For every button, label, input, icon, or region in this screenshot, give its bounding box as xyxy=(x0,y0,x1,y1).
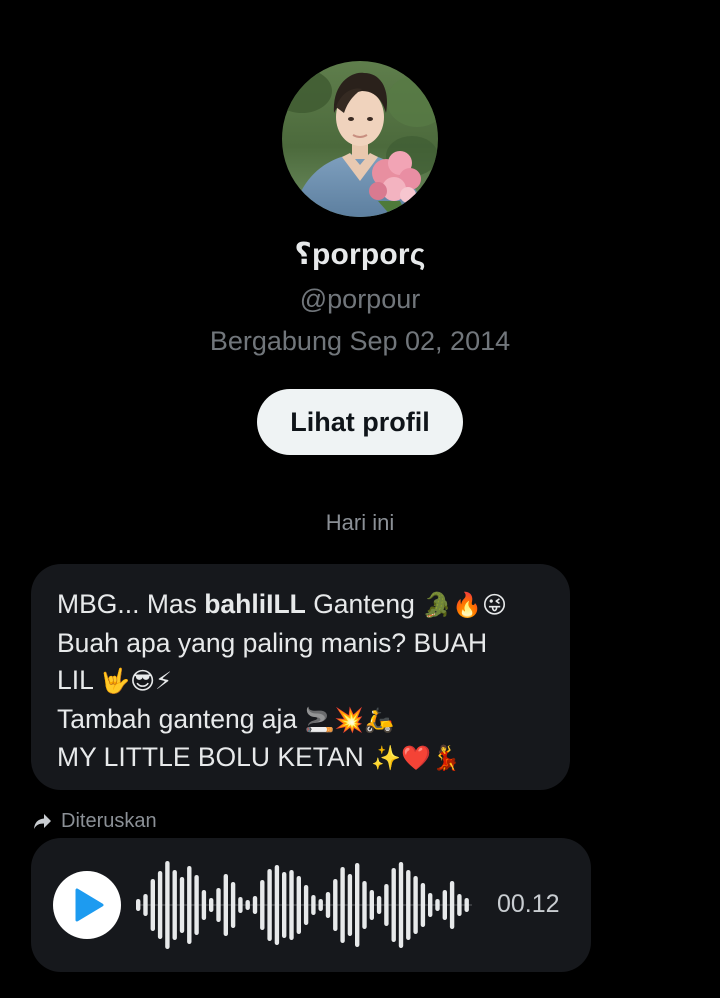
message-line: MY LITTLE BOLU KETAN ✨❤️💃 xyxy=(57,742,461,772)
waveform-bar xyxy=(216,888,221,922)
waveform-bar xyxy=(406,870,411,940)
waveform-bar xyxy=(267,869,272,941)
waveform-bar xyxy=(187,866,192,944)
waveform-bar xyxy=(136,899,141,911)
waveform-bar xyxy=(194,875,199,935)
message-line: Buah apa yang paling manis? BUAH xyxy=(57,627,488,658)
voice-message[interactable]: 00.12 xyxy=(31,838,591,972)
waveform-bar xyxy=(464,898,469,912)
waveform-bar xyxy=(150,879,155,931)
waveform-bar xyxy=(340,867,345,943)
waveform-bar xyxy=(172,870,177,940)
waveform-bar xyxy=(325,892,331,918)
waveform-bar xyxy=(420,883,426,927)
waveform-bar xyxy=(311,895,316,915)
waveform-bar xyxy=(209,898,214,912)
date-separator: Hari ini xyxy=(325,510,395,535)
emoji-group: ✨❤️💃 xyxy=(371,744,461,772)
waveform-bar xyxy=(165,861,170,949)
waveform-bar xyxy=(179,877,185,933)
waveform-bar xyxy=(384,884,389,926)
waveform-bar xyxy=(296,876,301,934)
emoji-group: 🚬💥🛵 xyxy=(304,705,395,734)
play-icon xyxy=(75,888,104,922)
forwarded-indicator: Diteruskan xyxy=(33,808,157,834)
waveform-bar xyxy=(289,870,294,940)
message-bubble[interactable]: MBG... Mas bahliILL Ganteng 🐊🔥😜 Buah apa… xyxy=(31,564,570,790)
waveform-bar xyxy=(398,862,404,948)
waveform-bar xyxy=(449,881,455,929)
waveform-bar xyxy=(143,894,148,916)
audio-duration: 00.12 xyxy=(497,890,560,918)
waveform-bar xyxy=(376,896,382,914)
waveform-bar xyxy=(457,894,462,916)
waveform-bar xyxy=(157,871,163,939)
emoji-group: 🐊🔥😜 xyxy=(422,591,508,619)
waveform-bar xyxy=(223,874,228,936)
waveform-bar xyxy=(238,897,243,913)
waveform-bar xyxy=(362,881,367,929)
message-line: LIL 🤟😎⚡ xyxy=(57,665,172,695)
view-profile-button[interactable]: Lihat profil xyxy=(257,389,463,455)
avatar[interactable] xyxy=(282,61,438,217)
message-line: MBG... Mas bahliILL Ganteng 🐊🔥😜 xyxy=(57,589,508,619)
waveform-bar xyxy=(274,865,280,945)
waveform-bar xyxy=(260,880,265,930)
waveform-bar xyxy=(391,868,396,942)
waveform-bar xyxy=(303,885,309,925)
waveform-bar xyxy=(355,863,360,947)
waveform-bar xyxy=(435,899,440,911)
waveform-bar xyxy=(442,890,447,920)
display-name: ⸮porporς xyxy=(294,238,426,271)
waveform-bar xyxy=(347,874,353,936)
join-date: Bergabung Sep 02, 2014 xyxy=(209,326,511,356)
waveform-bar xyxy=(413,876,418,934)
forward-arrow-icon xyxy=(34,813,51,829)
waveform-bar xyxy=(230,882,236,928)
waveform-bar xyxy=(282,872,287,938)
user-handle: @porpour xyxy=(299,284,421,314)
play-button[interactable] xyxy=(53,871,121,939)
message-bold-name: bahliILL xyxy=(204,589,306,619)
waveform-bar xyxy=(428,893,433,917)
audio-waveform[interactable] xyxy=(134,854,474,956)
waveform-bar xyxy=(369,890,374,920)
forwarded-label: Diteruskan xyxy=(61,809,157,832)
waveform-bar xyxy=(318,899,323,911)
message-line: Tambah ganteng aja 🚬💥🛵 xyxy=(57,703,395,734)
waveform-bar xyxy=(252,896,258,914)
emoji-group: 🤟😎⚡ xyxy=(100,667,172,695)
waveform-bar xyxy=(201,890,207,920)
waveform-bar xyxy=(245,900,250,910)
waveform-bar xyxy=(333,879,338,931)
